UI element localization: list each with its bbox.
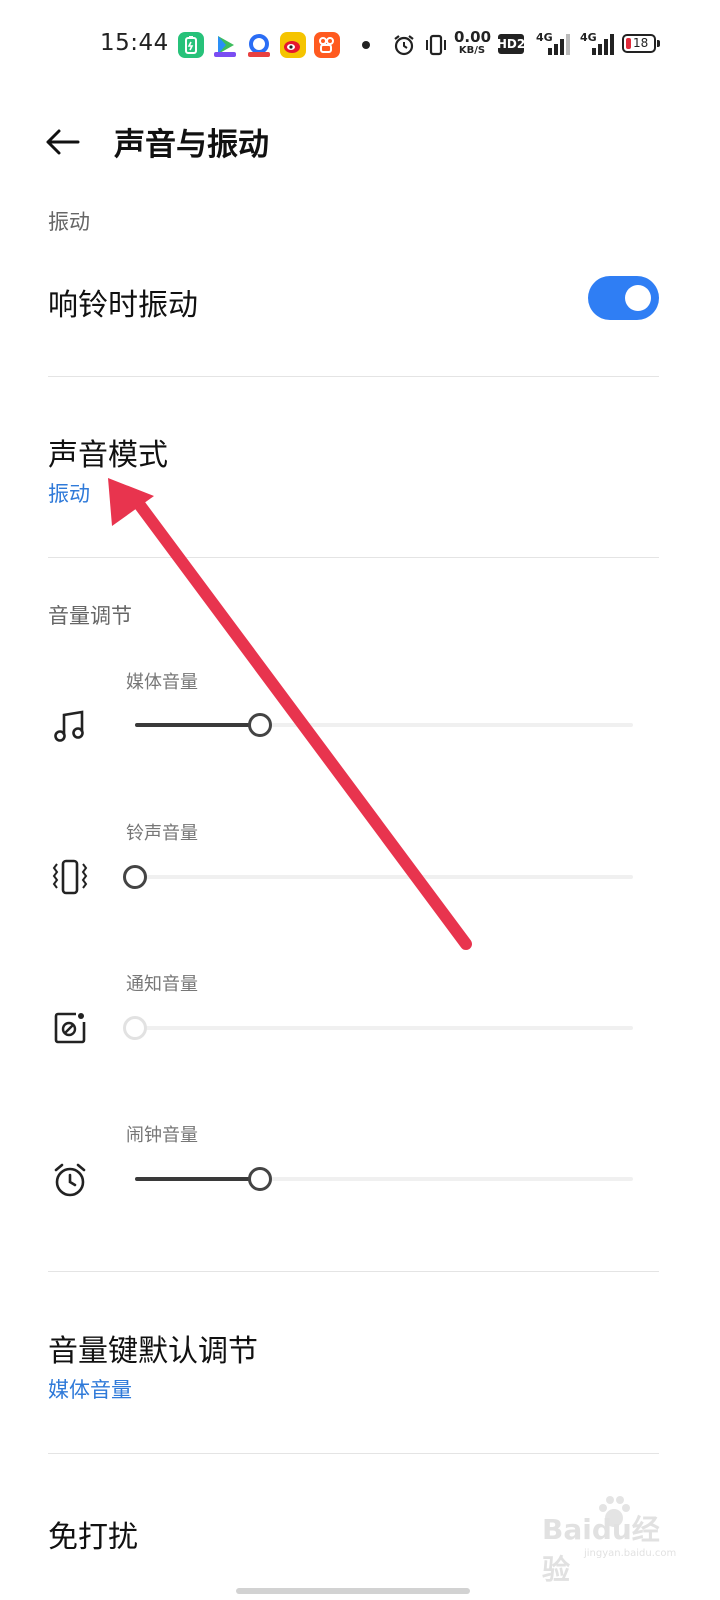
network-speed: 0.00 KB/S	[454, 28, 492, 56]
divider	[48, 1271, 659, 1272]
section-label-vibration: 振动	[48, 210, 90, 234]
battery-saver-app-icon	[178, 32, 204, 58]
back-button[interactable]	[40, 120, 84, 164]
vibrate-status-icon	[424, 33, 448, 61]
volume-key-default-title: 音量键默认调节	[48, 1334, 258, 1369]
slider-thumb[interactable]	[247, 1167, 272, 1191]
back-arrow-icon	[46, 129, 80, 155]
divider	[48, 557, 659, 558]
vibrate-on-ring-toggle[interactable]	[588, 276, 659, 320]
notification-dot-icon	[362, 41, 370, 49]
sound-mode-title: 声音模式	[48, 438, 168, 473]
notification-volume-slider[interactable]	[123, 1016, 633, 1040]
home-indicator[interactable]	[236, 1588, 470, 1594]
battery-icon: 18	[622, 34, 660, 53]
music-note-icon	[50, 706, 90, 746]
status-bar: 15:44 0.00 KB/S HD2 4G 4G 18	[0, 0, 720, 90]
signal-strength-2-icon: 4G	[580, 31, 616, 57]
hd-voice-badge: HD2	[497, 34, 525, 54]
slider-thumb[interactable]	[123, 1016, 147, 1040]
alarm-clock-icon	[50, 1160, 90, 1200]
alarm-status-icon	[392, 33, 416, 61]
slider-fill	[135, 723, 260, 727]
kuaishou-app-icon	[314, 32, 340, 58]
video-app-icon	[212, 32, 238, 58]
divider	[48, 376, 659, 377]
slider-thumb[interactable]	[247, 713, 272, 737]
sound-mode-value: 振动	[48, 482, 90, 506]
baidu-watermark: Baidu经验 jingyan.baidu.com	[538, 1494, 678, 1586]
ringtone-volume-label: 铃声音量	[126, 823, 198, 844]
do-not-disturb-row[interactable]: 免打扰	[48, 1512, 138, 1556]
weibo-app-icon	[280, 32, 306, 58]
section-label-volume: 音量调节	[48, 604, 132, 628]
ringtone-volume-slider[interactable]	[123, 865, 633, 889]
media-volume-label: 媒体音量	[126, 672, 198, 693]
media-volume-slider[interactable]	[135, 713, 633, 737]
signal-strength-icon: 4G	[536, 31, 572, 57]
slider-fill	[135, 1177, 260, 1181]
notification-volume-label: 通知音量	[126, 974, 198, 995]
toggle-knob	[625, 285, 651, 311]
page-title: 声音与振动	[114, 127, 269, 163]
battery-level: 18	[633, 36, 649, 50]
status-time: 15:44	[100, 30, 169, 56]
vibrate-phone-icon	[50, 857, 90, 897]
vibrate-on-ring-label[interactable]: 响铃时振动	[48, 280, 198, 324]
alarm-volume-label: 闹钟音量	[126, 1125, 198, 1146]
divider	[48, 1453, 659, 1454]
alarm-volume-slider[interactable]	[135, 1167, 633, 1191]
browser-app-icon	[246, 32, 272, 58]
volume-key-default-value: 媒体音量	[48, 1378, 132, 1402]
slider-thumb[interactable]	[123, 865, 147, 889]
watermark-sub: jingyan.baidu.com	[584, 1548, 677, 1559]
notification-off-icon	[50, 1008, 90, 1048]
